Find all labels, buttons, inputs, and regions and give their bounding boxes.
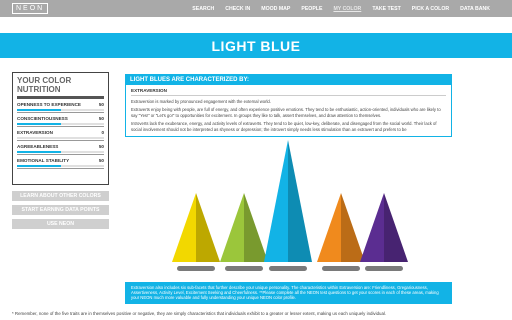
nav-take-test[interactable]: TAKE TEST [372, 6, 400, 12]
color-nutrition-panel: YOUR COLOR NUTRITION OPENNESS TO EXPERIE… [12, 72, 109, 185]
page-title: LIGHT BLUE [211, 38, 301, 54]
pyramid-4-left-face [317, 193, 341, 262]
card-heading: LIGHT BLUES ARE CHARACTERIZED BY: [126, 75, 451, 85]
card-subheading: EXTRAVERSION [131, 88, 446, 96]
card-paragraph: Extraversion is marked by pronounced eng… [131, 99, 271, 104]
trait-label: AGREEABLENESS [17, 144, 59, 149]
trait-openness: OPENNESS TO EXPERIENCE 50 [17, 99, 104, 113]
trait-bar [17, 165, 104, 167]
pyramid-chart [172, 140, 408, 262]
start-earning-button[interactable]: START EARNING DATA POINTS [12, 205, 109, 215]
pyramid-label-4[interactable] [322, 266, 360, 271]
pyramid-1-right-face [196, 193, 220, 262]
trait-value: 50 [98, 102, 104, 107]
pyramid-2-right-face [244, 193, 268, 262]
trait-agreeableness: AGREEABLENESS 50 [17, 141, 104, 155]
card-paragraph: Extraverts enjoy being with people, are … [131, 107, 441, 118]
footnote: * Remember, none of the five traits are … [12, 311, 387, 316]
nav-search[interactable]: SEARCH [192, 6, 214, 12]
trait-bar-fill [17, 151, 61, 153]
trait-label: OPENNESS TO EXPERIENCE [17, 102, 81, 107]
nav-data-bank[interactable]: DATA BANK [460, 6, 490, 12]
learn-other-colors-button[interactable]: LEARN ABOUT OTHER COLORS [12, 191, 109, 201]
nutrition-title: YOUR COLOR NUTRITION [17, 76, 104, 99]
pyramid-4-right-face [341, 193, 365, 262]
pyramid-2-left-face [220, 193, 244, 262]
nav-pick-a-color[interactable]: PICK A COLOR [412, 6, 449, 12]
pyramid-3-right-face [288, 140, 312, 262]
trait-label: EXTRAVERSION [17, 130, 53, 135]
nav-check-in[interactable]: CHECK IN [225, 6, 250, 12]
trait-bar [17, 109, 104, 111]
trait-label: EMOTIONAL STABILITY [17, 158, 70, 163]
nav-people[interactable]: PEOPLE [301, 6, 322, 12]
pyramid-5-left-face [360, 193, 384, 262]
nav-menu: SEARCH CHECK IN MOOD MAP PEOPLE MY COLOR… [181, 0, 490, 17]
pyramid-label-5[interactable] [365, 266, 403, 271]
trait-conscientiousness: CONSCIENTIOUSNESS 50 [17, 113, 104, 127]
pyramid-label-2[interactable] [225, 266, 263, 271]
trait-value: 0 [101, 130, 104, 135]
info-text: Extraversion also includes six sub-facet… [131, 285, 439, 301]
characteristics-card: LIGHT BLUES ARE CHARACTERIZED BY: EXTRAV… [125, 74, 452, 137]
color-banner: LIGHT BLUE [0, 33, 512, 58]
trait-bar [17, 137, 104, 139]
pyramid-label-1[interactable] [177, 266, 215, 271]
trait-bar-fill [17, 123, 61, 125]
trait-bar-fill [17, 165, 61, 167]
card-body[interactable]: EXTRAVERSION Extraversion is marked by p… [126, 85, 451, 135]
pyramid-1-left-face [172, 193, 196, 262]
trait-label: CONSCIENTIOUSNESS [17, 116, 68, 121]
trait-value: 50 [98, 158, 104, 163]
trait-value: 50 [98, 144, 104, 149]
trait-pyramids [125, 137, 452, 277]
pyramid-3-left-face [264, 140, 288, 262]
trait-bar [17, 151, 104, 153]
neon-logo[interactable]: NEON [12, 3, 49, 14]
trait-bar-fill [17, 109, 61, 111]
nav-mood-map[interactable]: MOOD MAP [261, 6, 290, 12]
pyramid-5-right-face [384, 193, 408, 262]
trait-emotional-stability: EMOTIONAL STABILITY 50 [17, 155, 104, 169]
top-nav: NEON SEARCH CHECK IN MOOD MAP PEOPLE MY … [0, 0, 512, 17]
sub-facets-info: Extraversion also includes six sub-facet… [125, 282, 452, 304]
trait-value: 50 [98, 116, 104, 121]
card-paragraph: Introverts lack the exuberance, energy, … [131, 121, 437, 132]
pyramid-label-3[interactable] [269, 266, 307, 271]
trait-extraversion: EXTRAVERSION 0 [17, 127, 104, 141]
use-neon-button[interactable]: USE NEON [12, 219, 109, 229]
trait-bar [17, 123, 104, 125]
nav-my-color[interactable]: MY COLOR [333, 6, 361, 12]
